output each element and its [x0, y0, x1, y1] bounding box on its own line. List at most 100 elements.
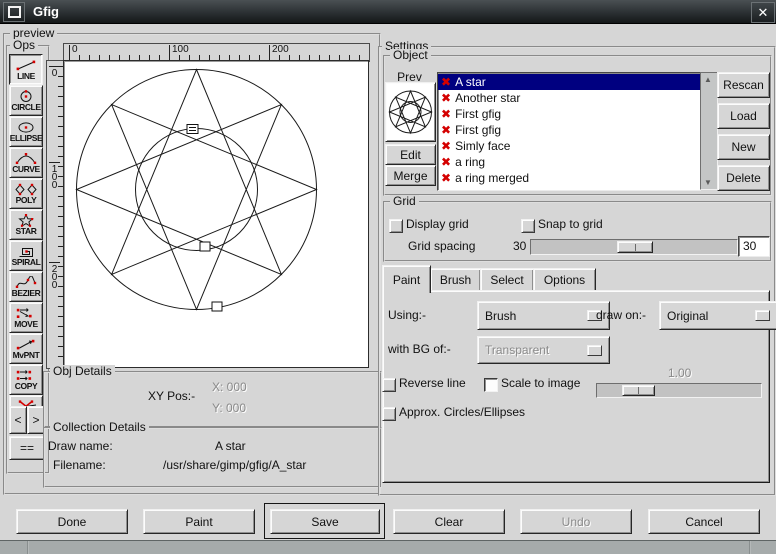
rescan-button[interactable]: Rescan	[717, 72, 770, 98]
vruler-label-200: 200	[49, 262, 60, 288]
rescan-label: Rescan	[723, 78, 764, 92]
tab-options[interactable]: Options	[533, 268, 596, 292]
scale-to-image-checkbox[interactable]	[484, 378, 498, 392]
display-grid-checkbox[interactable]	[389, 219, 403, 233]
scale-factor-slider[interactable]	[596, 383, 762, 398]
obj-details-label: Obj Details	[50, 365, 115, 378]
approx-circles-label: Approx. Circles/Ellipses	[399, 405, 525, 419]
list-item-label: First gfig	[455, 123, 501, 137]
titlebar[interactable]: Gfig ✕	[0, 0, 776, 24]
list-item[interactable]: ✖First gfig	[438, 106, 700, 122]
tool-line-button[interactable]: LINE	[9, 54, 43, 85]
scroll-up-icon[interactable]: ▲	[702, 74, 714, 85]
tool-label: SPIRAL	[12, 258, 41, 267]
tool-spiral-button[interactable]: SPIRAL	[9, 240, 43, 271]
delete-x-icon: ✖	[441, 76, 451, 88]
tool-label: COPY	[15, 382, 38, 391]
tool-bezier-button[interactable]: BEZIER	[9, 271, 43, 302]
brush-type-dropdown[interactable]: Brush	[477, 301, 610, 330]
draw-on-value: Original	[667, 309, 708, 323]
tool-move-button[interactable]: MOVE	[9, 302, 43, 333]
ops-toolbar: LINE CIRCLE ELLIPSE CURVE POLY STAR SPIR…	[9, 54, 43, 426]
list-item[interactable]: ✖Simly face	[438, 138, 700, 154]
grid-spacing-label: Grid spacing	[408, 239, 475, 253]
done-button[interactable]: Done	[16, 509, 128, 534]
done-label: Done	[58, 515, 87, 529]
undo-button[interactable]: Undo	[520, 509, 632, 534]
tool-poly-button[interactable]: POLY	[9, 178, 43, 209]
list-item[interactable]: ✖Another star	[438, 90, 700, 106]
draw-name-label: Draw name:	[48, 439, 113, 453]
list-item[interactable]: ✖a ring	[438, 154, 700, 170]
approx-circles-checkbox[interactable]	[382, 407, 396, 421]
thumbnail-star-icon	[388, 85, 433, 139]
move-tool-icon	[14, 307, 38, 320]
grid-spacing-min: 30	[513, 239, 526, 253]
grid-spacing-slider-handle[interactable]	[617, 241, 653, 253]
tab-select[interactable]: Select	[480, 268, 534, 292]
list-item[interactable]: ✖First gfig	[438, 122, 700, 138]
x-position-value: X: 000	[212, 380, 247, 394]
delete-label: Delete	[726, 171, 761, 185]
list-item[interactable]: ✖a ring merged	[438, 170, 700, 186]
control-point-handle	[187, 125, 198, 134]
star-tool-icon	[14, 214, 38, 227]
delete-x-icon: ✖	[441, 108, 451, 120]
display-grid-label: Display grid	[406, 217, 469, 231]
option-menu-indicator-icon	[755, 310, 770, 321]
window-shade-button[interactable]	[3, 2, 25, 22]
strip-divider	[27, 541, 29, 554]
gfig-dialog: Gfig ✕ preview Ops LINE CIRCLE ELLIPSE C…	[0, 0, 776, 554]
save-button[interactable]: Save	[270, 509, 380, 534]
spiral-tool-icon	[14, 245, 38, 258]
load-button[interactable]: Load	[717, 103, 770, 129]
delete-button[interactable]: Delete	[717, 165, 770, 191]
grid-spacing-slider[interactable]	[530, 239, 738, 255]
bg-type-dropdown[interactable]: Transparent	[477, 336, 610, 364]
list-item[interactable]: ✖A star	[438, 74, 700, 90]
paint-button[interactable]: Paint	[143, 509, 255, 534]
clear-button[interactable]: Clear	[393, 509, 505, 534]
scale-factor-slider-handle[interactable]	[622, 385, 655, 396]
snap-to-grid-checkbox[interactable]	[521, 219, 535, 233]
tool-curve-button[interactable]: CURVE	[9, 147, 43, 178]
vruler-label-100: 100	[49, 162, 60, 188]
draw-on-dropdown[interactable]: Original	[659, 301, 776, 330]
tab-brush[interactable]: Brush	[430, 268, 481, 292]
show-all-button[interactable]: ==	[9, 436, 45, 460]
slider-notch	[635, 244, 636, 251]
bg-type-value: Transparent	[485, 343, 549, 357]
hruler-label-100: 100	[169, 45, 189, 59]
hruler-label-200: 200	[269, 45, 289, 59]
tool-label: MOVE	[14, 320, 37, 329]
tool-copy-button[interactable]: COPY	[9, 364, 43, 395]
edit-button[interactable]: Edit	[385, 144, 436, 165]
cancel-button[interactable]: Cancel	[648, 509, 760, 534]
merge-button[interactable]: Merge	[385, 165, 436, 186]
tool-ellipse-button[interactable]: ELLIPSE	[9, 116, 43, 147]
edit-button-label: Edit	[400, 148, 421, 162]
prev-object-button[interactable]: <	[9, 406, 27, 434]
new-label: New	[731, 140, 755, 154]
reverse-line-checkbox[interactable]	[382, 378, 396, 392]
snap-to-grid-label: Snap to grid	[538, 217, 603, 231]
tool-label: ELLIPSE	[10, 134, 43, 143]
close-button[interactable]: ✕	[751, 2, 775, 23]
filename-value: /usr/share/gimp/gfig/A_star	[163, 458, 306, 472]
y-position-value: Y: 000	[212, 401, 246, 415]
line-tool-icon	[14, 59, 38, 72]
tool-mvpnt-button[interactable]: MvPNT	[9, 333, 43, 364]
tool-star-button[interactable]: STAR	[9, 209, 43, 240]
list-item-label: a ring	[455, 155, 485, 169]
tab-paint[interactable]: Paint	[382, 265, 431, 293]
delete-x-icon: ✖	[441, 140, 451, 152]
object-list-scrollbar[interactable]: ▲ ▼	[700, 72, 718, 190]
list-item-label: Another star	[455, 91, 520, 105]
drawing-canvas[interactable]	[63, 60, 369, 368]
brush-type-value: Brush	[485, 309, 516, 323]
new-button[interactable]: New	[717, 134, 770, 160]
grid-spacing-entry[interactable]: 30	[738, 236, 770, 257]
tool-label: CIRCLE	[11, 103, 40, 112]
scroll-down-icon[interactable]: ▼	[702, 177, 714, 188]
tool-circle-button[interactable]: CIRCLE	[9, 85, 43, 116]
